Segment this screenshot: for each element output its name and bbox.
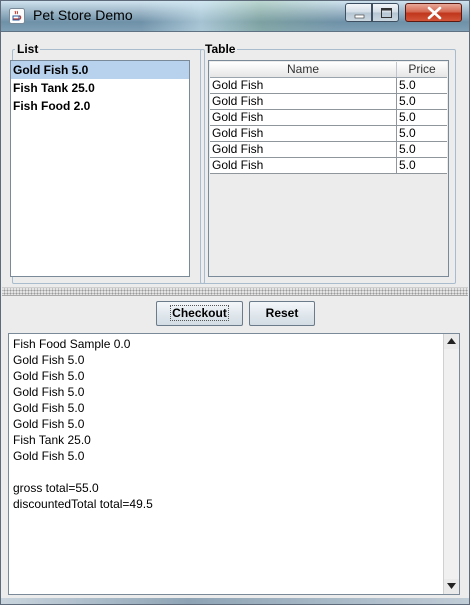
output-line: gross total=55.0 [13, 481, 99, 495]
output-line: Gold Fish 5.0 [13, 449, 85, 463]
output-line: Gold Fish 5.0 [13, 385, 85, 399]
table-header: Name Price [210, 62, 447, 78]
minimize-icon [354, 14, 365, 19]
list-item[interactable]: Gold Fish 5.0 [11, 61, 189, 79]
checkout-button[interactable]: Checkout [156, 301, 243, 326]
arrow-down-icon [447, 583, 456, 589]
output-line: Gold Fish 5.0 [13, 417, 85, 431]
table-row[interactable]: Gold Fish 5.0 [210, 158, 447, 174]
cell-name: Gold Fish [210, 110, 397, 125]
output-line: Gold Fish 5.0 [13, 369, 85, 383]
table-row[interactable]: Gold Fish 5.0 [210, 142, 447, 158]
cell-price: 5.0 [399, 126, 416, 140]
cell-name: Gold Fish [210, 142, 397, 157]
list-item[interactable]: Fish Food 2.0 [11, 97, 189, 115]
checkout-button-label: Checkout [170, 305, 229, 321]
table-body: Gold Fish 5.0 Gold Fish 5.0 Gold Fish 5.0 Gold… [210, 78, 447, 174]
close-button[interactable] [405, 3, 462, 22]
output-line: Gold Fish 5.0 [13, 401, 85, 415]
app-window: Pet Store Demo List Gold Fish 5.0 Fish Ta… [0, 0, 470, 605]
cell-price: 5.0 [399, 110, 416, 124]
cart-table: Name Price Gold Fish 5.0 Gold Fish 5.0 Gold … [208, 60, 449, 277]
table-legend: Table [205, 42, 236, 56]
reset-button[interactable]: Reset [249, 301, 315, 326]
arrow-up-icon [447, 338, 456, 344]
maximize-icon [381, 8, 392, 18]
cell-price: 5.0 [399, 142, 416, 156]
window-title: Pet Store Demo [33, 7, 133, 23]
scroll-up-button[interactable] [444, 334, 459, 349]
table-row[interactable]: Gold Fish 5.0 [210, 94, 447, 110]
vertical-scrollbar[interactable] [443, 334, 459, 594]
output-text-area[interactable]: Fish Food Sample 0.0 Gold Fish 5.0 Gold Fi… [8, 333, 460, 595]
java-app-icon [9, 8, 25, 24]
cell-name: Gold Fish [210, 158, 397, 173]
cell-name: Gold Fish [210, 94, 397, 109]
output-line: Fish Tank 25.0 [13, 433, 91, 447]
cell-price: 5.0 [399, 94, 416, 108]
output-line: Fish Food Sample 0.0 [13, 337, 131, 351]
cell-price: 5.0 [399, 158, 416, 172]
table-row[interactable]: Gold Fish 5.0 [210, 126, 447, 142]
window-bottom-edge [1, 598, 469, 604]
output-line: discountedTotal total=49.5 [13, 497, 153, 511]
list-item[interactable]: Fish Tank 25.0 [11, 79, 189, 97]
cell-name: Gold Fish [210, 126, 397, 141]
table-row[interactable]: Gold Fish 5.0 [210, 110, 447, 126]
table-row[interactable]: Gold Fish 5.0 [210, 78, 447, 94]
minimize-button[interactable] [345, 3, 372, 22]
top-panel: List Gold Fish 5.0 Fish Tank 25.0 Fish Foo… [2, 32, 469, 284]
close-icon [427, 6, 442, 20]
list-legend: List [17, 42, 39, 56]
cell-price: 5.0 [399, 78, 416, 92]
column-header-price[interactable]: Price [397, 62, 447, 77]
split-pane-divider[interactable] [2, 287, 468, 296]
output-line: Gold Fish 5.0 [13, 353, 85, 367]
cell-name: Gold Fish [210, 78, 397, 93]
column-header-name[interactable]: Name [210, 62, 397, 77]
scroll-down-button[interactable] [444, 579, 459, 594]
output-lines: Fish Food Sample 0.0 Gold Fish 5.0 Gold Fi… [9, 334, 459, 512]
title-bar[interactable]: Pet Store Demo [1, 1, 469, 32]
product-list[interactable]: Gold Fish 5.0 Fish Tank 25.0 Fish Food 2.0 [10, 60, 190, 277]
maximize-button[interactable] [372, 3, 399, 22]
